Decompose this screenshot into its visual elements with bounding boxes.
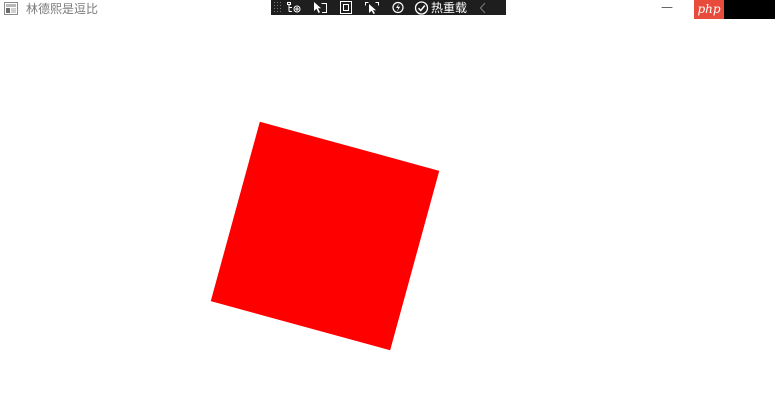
select-element-icon (314, 2, 327, 13)
minimize-button[interactable]: — (656, 0, 678, 16)
track-focused-element-icon (365, 2, 379, 14)
hot-reload-button[interactable] (390, 0, 406, 15)
app-window: 林德熙是逗比 — php 热重载 (0, 0, 775, 420)
minimize-icon: — (661, 0, 673, 14)
collapse-toolbar-button[interactable] (477, 0, 489, 15)
hot-reload-label: 热重载 (431, 0, 468, 15)
hot-reload-icon (392, 1, 404, 14)
live-visual-tree-icon (287, 2, 301, 13)
rotated-red-square (210, 121, 440, 351)
app-window-icon (4, 2, 18, 15)
toolbar-grip-icon[interactable] (273, 0, 282, 15)
xaml-debug-toolbar: 热重载 (271, 0, 506, 15)
hot-reload-toggle[interactable]: 热重载 (414, 0, 467, 15)
chevron-left-icon (479, 2, 486, 13)
display-layout-adorners-button[interactable] (338, 0, 354, 15)
live-visual-tree-button[interactable] (286, 0, 302, 15)
corner-overlay (724, 0, 775, 19)
track-focused-element-button[interactable] (364, 0, 380, 15)
select-element-button[interactable] (312, 0, 328, 15)
window-title: 林德熙是逗比 (26, 2, 99, 16)
render-canvas (0, 19, 775, 420)
checkmark-circle-icon (414, 0, 429, 15)
php-badge: php (694, 0, 724, 19)
display-layout-adorners-icon (340, 1, 352, 14)
